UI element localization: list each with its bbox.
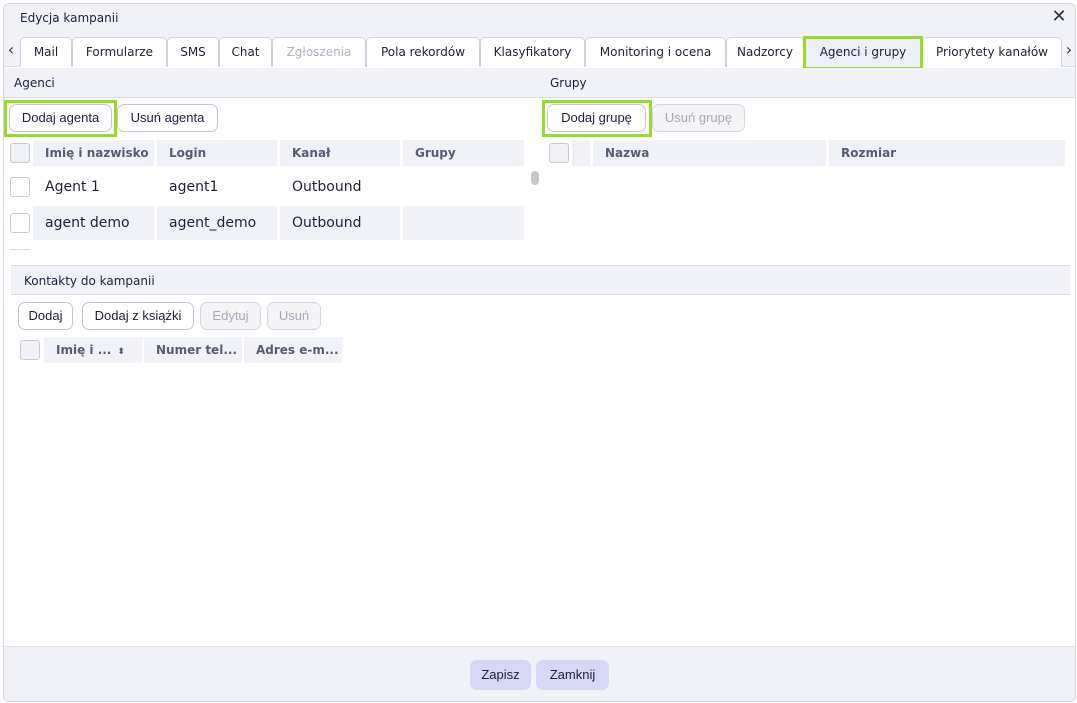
remove-contact-button: Usuń [267,302,321,330]
contacts-select-all-checkbox[interactable] [20,340,40,360]
agent-row-1-checkbox[interactable] [10,177,30,197]
remove-group-button: Usuń grupę [652,104,745,132]
contacts-col-name-label: Imię i ... [56,343,112,357]
add-contact-button[interactable]: Dodaj [18,302,73,330]
groups-col-size[interactable]: Rozmiar [829,140,1065,166]
agents-select-all-checkbox[interactable] [10,143,30,163]
agents-next-row-edge [10,249,30,250]
groups-select-all-checkbox[interactable] [549,143,569,163]
tab-sms[interactable]: SMS [167,37,219,67]
agent-row-2-groups [403,206,524,240]
agents-section-header: Agenci [4,68,540,98]
agent-row-2-name: agent demo [33,206,154,240]
agents-col-name[interactable]: Imię i nazwisko [33,140,154,166]
campaign-edit-dialog: Edycja kampanii ✕ ‹ Mail Formularze SMS … [3,3,1076,702]
close-button[interactable]: Zamknij [536,660,609,690]
agent-row-2-login: agent_demo [157,206,277,240]
agent-row-2-checkbox[interactable] [10,213,30,233]
tab-mail[interactable]: Mail [20,37,72,67]
contacts-col-name[interactable]: Imię i ... ⬍ [44,337,142,363]
tab-pola-rekordow[interactable]: Pola rekordów [366,37,480,67]
tab-agenci-i-grupy[interactable]: Agenci i grupy [804,37,922,67]
agent-row-1-name: Agent 1 [45,179,100,195]
add-group-button[interactable]: Dodaj grupę [547,104,646,132]
groups-section-header: Grupy [540,68,1075,98]
tab-nadzorcy[interactable]: Nadzorcy [726,37,804,67]
tab-formularze[interactable]: Formularze [72,37,167,67]
add-agent-button[interactable]: Dodaj agenta [9,104,112,132]
contacts-col-phone[interactable]: Numer tel... [144,337,242,363]
contacts-col-email[interactable]: Adres e-m... [244,337,342,363]
dialog-footer: Zapisz Zamknij [4,646,1075,701]
agent-row-1-channel: Outbound [292,179,362,195]
groups-col-name[interactable]: Nazwa [593,140,826,166]
agent-row-2-channel: Outbound [280,206,400,240]
close-icon[interactable]: ✕ [1049,7,1069,27]
save-button[interactable]: Zapisz [470,660,531,690]
tab-scroll-right-icon[interactable]: › [1063,40,1075,60]
dialog-titlebar: Edycja kampanii ✕ [4,4,1075,32]
edit-contact-button: Edytuj [200,302,261,330]
agents-scrollbar-thumb[interactable] [531,171,539,185]
contacts-section-header: Kontakty do kampanii [11,265,1070,295]
groups-col-spacer [572,140,590,166]
dialog-title: Edycja kampanii [20,11,119,25]
tab-bar: ‹ Mail Formularze SMS Chat Zgłoszenia Po… [4,32,1075,67]
tab-zgloszenia: Zgłoszenia [272,37,366,67]
agent-row-1-login: agent1 [169,179,219,195]
tab-scroll-left-icon[interactable]: ‹ [5,40,17,60]
remove-agent-button[interactable]: Usuń agenta [117,104,218,132]
tab-klasyfikatory[interactable]: Klasyfikatory [480,37,585,67]
add-from-book-button[interactable]: Dodaj z książki [82,302,194,330]
sort-icon[interactable]: ⬍ [117,339,125,363]
tab-chat[interactable]: Chat [219,37,272,67]
agents-col-groups[interactable]: Grupy [403,140,524,166]
agent-row-1-groups [403,170,524,204]
agents-col-channel[interactable]: Kanał [280,140,400,166]
tab-priorytety-kanalow[interactable]: Priorytety kanałów [922,37,1062,67]
agents-col-login[interactable]: Login [157,140,277,166]
tab-monitoring-i-ocena[interactable]: Monitoring i ocena [585,37,726,67]
